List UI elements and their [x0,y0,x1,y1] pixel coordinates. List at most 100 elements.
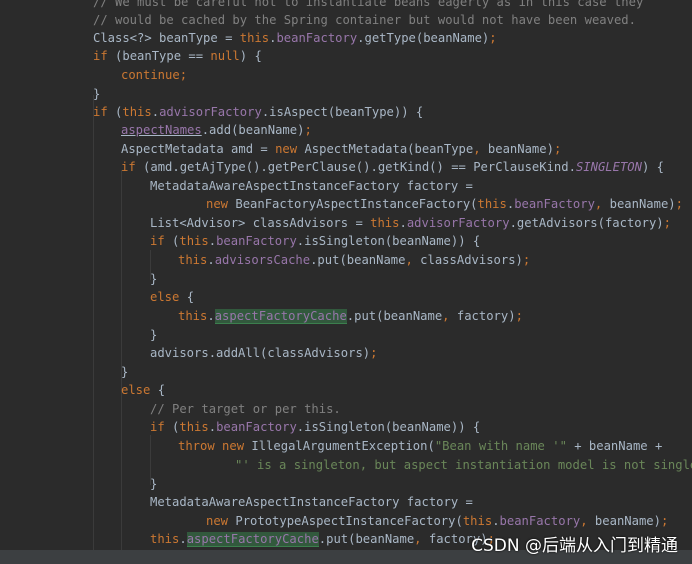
code-token: else [150,290,180,304]
code-token: this [239,31,270,45]
code-token: + beanName + [566,439,663,453]
code-token: (beanType == [107,49,211,63]
code-token: PrototypeAspectInstanceFactory( [228,514,463,528]
code-line: continue; [121,66,187,85]
code-line: if (beanType == null) { [93,47,262,66]
code-token: ; [370,346,378,360]
code-token: } [150,328,158,342]
code-token: .getAdvisors(factory) [509,216,664,230]
code-token: if [150,234,165,248]
code-token: { [179,290,195,304]
code-token: advisorFactory [159,105,262,119]
code-token: this [178,309,208,323]
code-token: this [122,105,152,119]
code-token: aspectNames [121,123,202,137]
code-token: beanName) [602,197,676,211]
code-token: null [210,49,240,63]
code-token: } [121,365,129,379]
code-token: ) { [641,160,664,174]
code-line: new PrototypeAspectInstanceFactory(this.… [206,512,668,531]
code-token: // Per target or per this. [150,402,341,416]
code-token: .getType(beanName) [357,31,490,45]
code-line: this.aspectFactoryCache.put(beanName, fa… [178,307,523,326]
code-token: this [179,420,209,434]
code-token: .isSingleton(beanName)) { [296,234,481,248]
code-token: beanFactory [216,234,297,248]
code-token: beanName) [480,142,554,156]
highlighted-identifier[interactable]: aspectFactoryCache [214,309,347,324]
code-line: List<Advisor> classAdvisors = this.advis… [150,214,671,233]
code-line: AspectMetadata amd = new AspectMetadata(… [121,140,561,159]
code-comment: // We must be careful not to instantiate… [93,0,644,9]
code-line: throw new IllegalArgumentException("Bean… [178,437,662,456]
code-token: } [93,87,101,101]
code-token: AspectMetadata amd = [121,142,276,156]
code-token: , [442,309,450,323]
code-line: else { [150,288,194,307]
indent-guide [121,170,122,550]
code-line: if (amd.getAjType().getPerClause().getKi… [121,158,664,177]
code-token: AspectMetadata(beanType [297,142,474,156]
code-token: if [150,420,165,434]
code-token: ; [553,142,562,156]
code-token: . [492,514,500,528]
code-token: MetadataAwareAspectInstanceFactory facto… [150,179,473,193]
code-token: throw new [178,439,245,453]
code-token: classAdvisors) [412,253,523,267]
code-token: Class<?> beanType = [93,31,240,45]
code-token: new [206,197,229,211]
code-token: ; [515,309,523,323]
code-token: ) { [239,49,262,63]
code-line: else { [121,381,165,400]
code-token: . [179,532,187,546]
code-token: beanFactory [216,420,297,434]
code-token: this [370,216,400,230]
code-token: .put(beanName [318,532,415,546]
code-token: . [151,105,160,119]
code-line: aspectNames.add(beanName); [121,121,312,140]
highlighted-identifier[interactable]: aspectFactoryCache [186,532,319,547]
code-token: . [399,216,407,230]
code-token: advisorFactory [406,216,510,230]
code-token: . [208,420,217,434]
code-token: new [275,142,298,156]
code-token: ; [660,514,669,528]
code-token: } [150,477,158,491]
code-token: List<Advisor> classAdvisors = [150,216,371,230]
code-line: // We must be careful not to instantiate… [93,0,643,12]
code-token: beanName) [587,514,661,528]
code-line: this.advisorsCache.put(beanName, classAd… [178,251,530,270]
code-token: if [93,49,108,63]
code-line: } [121,363,128,382]
code-line: } [150,270,157,289]
code-line: Class<?> beanType = this.beanFactory.get… [93,29,497,48]
code-editor[interactable]: // We must be careful not to instantiate… [0,0,692,550]
code-token: . [207,253,215,267]
code-comment: // would be cached by the Spring contain… [93,13,636,27]
code-token: . [207,309,215,323]
indent-guide [93,95,94,550]
code-token: .put(beanName [346,309,443,323]
code-token: .isAspect(beanType)) { [261,105,424,119]
code-line: new BeanFactoryAspectInstanceFactory(thi… [206,195,683,214]
code-token: this [477,197,507,211]
code-line: // would be cached by the Spring contain… [93,11,636,30]
code-line: MetadataAwareAspectInstanceFactory facto… [150,493,473,512]
code-token: , [473,142,481,156]
code-line: if (this.beanFactory.isSingleton(beanNam… [150,232,480,251]
code-token: ( [164,420,180,434]
code-token: , [414,532,422,546]
code-token: BeanFactoryAspectInstanceFactory( [228,197,478,211]
code-token: this [150,532,180,546]
code-token: ; [304,123,312,137]
code-token: beanFactory [499,514,581,528]
code-token: . [208,234,217,248]
code-token: ( [164,234,180,248]
code-token: advisors.addAll(classAdvisors) [150,346,371,360]
code-token: this [179,234,209,248]
code-token: beanFactory [514,197,595,211]
code-token: .isSingleton(beanName)) { [296,420,481,434]
code-token: ; [489,31,497,45]
code-token: if [93,105,108,119]
code-token: .add(beanName) [201,123,305,137]
